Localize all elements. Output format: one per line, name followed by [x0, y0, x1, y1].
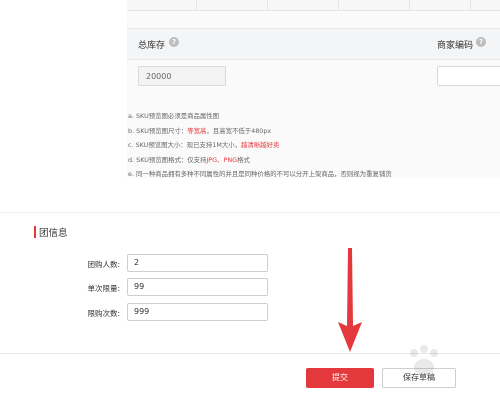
- note-item: d. SKU预览图格式：仅支持JPG、PNG格式: [128, 153, 392, 168]
- question-circle-icon[interactable]: ?: [169, 37, 179, 47]
- section-divider: [0, 212, 500, 213]
- purchase-times-label: 限购次数:: [87, 309, 120, 318]
- note-highlight: JPG、PNG: [206, 155, 238, 164]
- note-text: SKU预览图尺寸：: [136, 126, 188, 135]
- note-highlight: 等宽高: [187, 126, 207, 135]
- note-text: 同一种商品拥有多种不同属性的并且是同种价格的不可以分开上架商品，否则视为重复铺货: [136, 170, 392, 178]
- submit-button[interactable]: 提交: [306, 368, 374, 388]
- note-prefix: d.: [128, 155, 135, 164]
- grid-divider: [196, 0, 197, 10]
- grid-divider: [470, 0, 471, 10]
- total-stock-field[interactable]: 20000: [138, 66, 226, 86]
- note-item: b. SKU预览图尺寸：等宽高，且高宽不低于480px: [128, 124, 392, 139]
- note-text-after: 格式: [237, 155, 250, 164]
- group-info-title: 团信息: [39, 228, 68, 239]
- merchant-code-label: 商家编码: [437, 41, 474, 51]
- grid-divider: [409, 0, 410, 10]
- note-item: c. SKU预览图大小：现已支持1M大小，越清晰越好卖: [128, 138, 392, 153]
- note-item: a. SKU预览图必须是商品属性图: [128, 109, 392, 124]
- grid-divider: [338, 0, 339, 10]
- note-text-after: ，且高宽不低于480px: [206, 126, 272, 135]
- note-text: SKU预览图必须是商品属性图: [136, 112, 220, 120]
- section-accent-bar: [34, 226, 36, 238]
- single-limit-input[interactable]: 99: [127, 278, 268, 296]
- note-prefix: b.: [128, 126, 135, 135]
- single-limit-label: 单次限量:: [87, 284, 120, 293]
- paw-watermark-icon: [410, 345, 438, 375]
- group-size-label: 团购人数:: [87, 260, 120, 269]
- sku-image-notes: a. SKU预览图必须是商品属性图 b. SKU预览图尺寸：等宽高，且高宽不低于…: [128, 109, 392, 182]
- arrow-down-annotation: [338, 248, 362, 352]
- question-circle-icon[interactable]: ?: [476, 37, 486, 47]
- note-item: e. 同一种商品拥有多种不同属性的并且是同种价格的不可以分开上架商品，否则视为重…: [128, 167, 392, 182]
- group-size-input[interactable]: 2: [127, 254, 268, 272]
- note-prefix: e.: [128, 170, 134, 178]
- note-prefix: c.: [128, 141, 134, 149]
- note-prefix: a.: [128, 112, 134, 120]
- merchant-code-field[interactable]: [437, 66, 500, 86]
- note-highlight: 越清晰越好卖: [241, 141, 280, 149]
- note-text: SKU预览图格式：仅支持: [136, 155, 207, 164]
- sku-table-previous-rows: [127, 0, 500, 11]
- note-text: SKU预览图大小：现已支持1M大小，: [135, 141, 242, 149]
- total-stock-label: 总库存: [138, 41, 166, 51]
- grid-divider: [267, 0, 268, 10]
- purchase-times-input[interactable]: 999: [127, 303, 268, 321]
